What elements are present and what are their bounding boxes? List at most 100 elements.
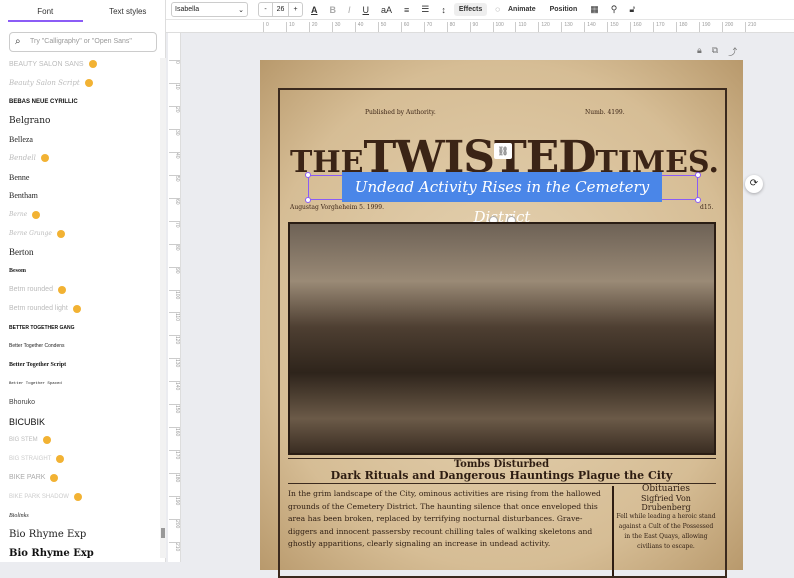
- vertical-ruler: 0 10 20 30 40 50 60 70 80 90 100 110 120 130 140 150 160…: [168, 33, 181, 562]
- font-list-item[interactable]: Bentham: [9, 187, 159, 206]
- tab-text-styles[interactable]: Text styles: [91, 0, 166, 22]
- case-icon[interactable]: aA: [377, 5, 396, 15]
- ruler-tick-label: 160: [169, 427, 180, 437]
- cemetery-illustration[interactable]: [288, 222, 716, 455]
- pro-crown-icon: [50, 473, 59, 482]
- font-list-item[interactable]: Betm rounded: [9, 281, 159, 300]
- design-page[interactable]: Published by Authority. Numb. 4199. Augu…: [260, 60, 743, 578]
- resize-handle[interactable]: [305, 172, 311, 178]
- font-name: BEAUTY SALON SANS: [9, 60, 84, 68]
- spacing-icon[interactable]: ↕: [437, 5, 450, 15]
- animate-button[interactable]: Animate: [508, 3, 541, 16]
- ruler-tick-label: 60: [169, 197, 180, 204]
- selected-headline-text[interactable]: Undead Activity Rises in the Cemetery Di…: [342, 172, 662, 226]
- font-list-item[interactable]: Besom: [9, 262, 159, 281]
- font-list-item[interactable]: BIKE PARK SHADOW: [9, 487, 159, 506]
- tab-font[interactable]: Font: [8, 0, 83, 22]
- font-list-item[interactable]: Bhoruko: [9, 393, 159, 412]
- font-list-item[interactable]: Benne: [9, 168, 159, 187]
- lock-icon[interactable]: 🔓︎: [625, 4, 639, 15]
- font-list-item[interactable]: BIG STEM: [9, 431, 159, 450]
- font-list-item[interactable]: Belgrano: [9, 111, 159, 130]
- font-list-item[interactable]: Belleza: [9, 130, 159, 149]
- transparency-icon[interactable]: ▦: [586, 4, 603, 15]
- font-list-item[interactable]: BIKE PARK: [9, 469, 159, 488]
- font-list-item[interactable]: Berton: [9, 243, 159, 262]
- font-list-item[interactable]: BEAUTY SALON SANS: [9, 55, 159, 74]
- font-name: Berne Grunge: [9, 230, 52, 238]
- font-name: Benne: [9, 172, 30, 182]
- link-icon[interactable]: ⛓: [494, 143, 512, 159]
- scrollbar[interactable]: [160, 58, 166, 558]
- font-search-input[interactable]: ⌕ Try "Calligraphy" or "Open Sans": [9, 32, 157, 52]
- font-list-item[interactable]: Beauty Salon Script: [9, 74, 159, 93]
- text-color-icon[interactable]: A: [307, 5, 322, 15]
- add-page-icon[interactable]: ⤴: [728, 45, 737, 58]
- ruler-tick-label: 50: [169, 174, 180, 181]
- font-name: Bendell: [9, 154, 36, 163]
- price: d15.: [700, 204, 714, 211]
- font-family-select[interactable]: Isabella ⌄: [171, 2, 248, 17]
- ruler-tick-label: 180: [676, 22, 687, 32]
- pro-crown-icon: [32, 210, 41, 219]
- font-list-item[interactable]: Berne: [9, 205, 159, 224]
- font-name: Biolinks: [9, 512, 29, 519]
- increase-size-button[interactable]: +: [289, 3, 302, 16]
- subheadline-2: Dark Rituals and Dangerous Hauntings Pla…: [330, 469, 673, 482]
- ruler-tick-label: 200: [169, 519, 180, 528]
- font-name: Belgrano: [9, 115, 51, 126]
- issue-date: Augustag Vorgheheim 5. 1999.: [290, 204, 384, 211]
- effects-button[interactable]: Effects: [453, 3, 488, 16]
- duplicate-page-icon[interactable]: ⧉: [712, 45, 718, 58]
- font-list-item[interactable]: Bio Rhyme Exp: [9, 525, 159, 544]
- align-center-icon[interactable]: ≡: [400, 5, 413, 15]
- font-list-item[interactable]: Better Together Spaced: [9, 375, 159, 394]
- font-name: BIG STEM: [9, 437, 38, 444]
- font-name: Berton: [9, 247, 34, 258]
- font-name: Better Together Condens: [9, 343, 65, 350]
- ruler-tick-label: 120: [538, 22, 550, 32]
- list-icon[interactable]: ☰: [417, 4, 433, 15]
- font-list-item[interactable]: Better Together Condens: [9, 337, 159, 356]
- font-name: BEBAS NEUE CYRILLIC: [9, 98, 78, 105]
- bold-icon[interactable]: B: [326, 5, 341, 15]
- paint-format-icon[interactable]: ⚲: [607, 4, 622, 15]
- obituaries: Obituaries Sigfried Von Drubenberg Fell …: [616, 484, 716, 552]
- underline-icon[interactable]: U: [359, 5, 374, 15]
- ruler-tick-label: 170: [169, 450, 180, 459]
- ruler-tick-label: 60: [400, 22, 409, 32]
- ruler-tick-label: 70: [169, 220, 180, 227]
- ruler-tick-label: 90: [169, 266, 180, 273]
- lock-page-icon[interactable]: 🔒︎: [697, 45, 702, 58]
- font-list-item[interactable]: BIG STRAIGHT: [9, 450, 159, 469]
- font-list-item[interactable]: BICUBIK: [9, 412, 159, 431]
- font-panel: Font Text styles ⌕ Try "Calligraphy" or "…: [0, 0, 166, 562]
- resize-handle[interactable]: [305, 197, 311, 203]
- resize-handle[interactable]: [695, 197, 701, 203]
- position-button[interactable]: Position: [545, 3, 583, 16]
- font-name: Bio Rhyme Exp: [9, 547, 94, 559]
- font-list-item[interactable]: Betm rounded light: [9, 299, 159, 318]
- font-list-item[interactable]: Bendell: [9, 149, 159, 168]
- font-size-stepper[interactable]: -26 +: [258, 2, 303, 17]
- font-name: Berne: [9, 211, 28, 219]
- font-name: Besom: [9, 268, 26, 275]
- font-list-item[interactable]: BETTER TOGETHER GANG: [9, 318, 159, 337]
- decrease-size-button[interactable]: -: [259, 3, 272, 16]
- font-list-item[interactable]: Better Together Script: [9, 356, 159, 375]
- ruler-tick-label: 90: [469, 22, 478, 32]
- resize-handle[interactable]: [695, 172, 701, 178]
- font-list-item[interactable]: Biolinks: [9, 506, 159, 525]
- ruler-tick-label: 130: [561, 22, 573, 32]
- ruler-tick-label: 120: [169, 335, 180, 345]
- scrollbar-thumb[interactable]: [161, 528, 165, 538]
- ruler-tick-label: 210: [744, 22, 756, 32]
- rotate-icon[interactable]: ⟳: [745, 175, 763, 193]
- font-list-item[interactable]: Berne Grunge: [9, 224, 159, 243]
- horizontal-ruler: 0 10 20 30 40 50 60 70 80 90 100 110 120 130 140 150 160…: [166, 20, 794, 33]
- font-name: Bhoruko: [9, 399, 36, 407]
- font-size-input[interactable]: 26: [272, 3, 289, 16]
- italic-icon[interactable]: I: [344, 5, 355, 15]
- font-list-item[interactable]: Bio Rhyme Exp: [9, 544, 159, 563]
- font-list-item[interactable]: BEBAS NEUE CYRILLIC: [9, 93, 159, 112]
